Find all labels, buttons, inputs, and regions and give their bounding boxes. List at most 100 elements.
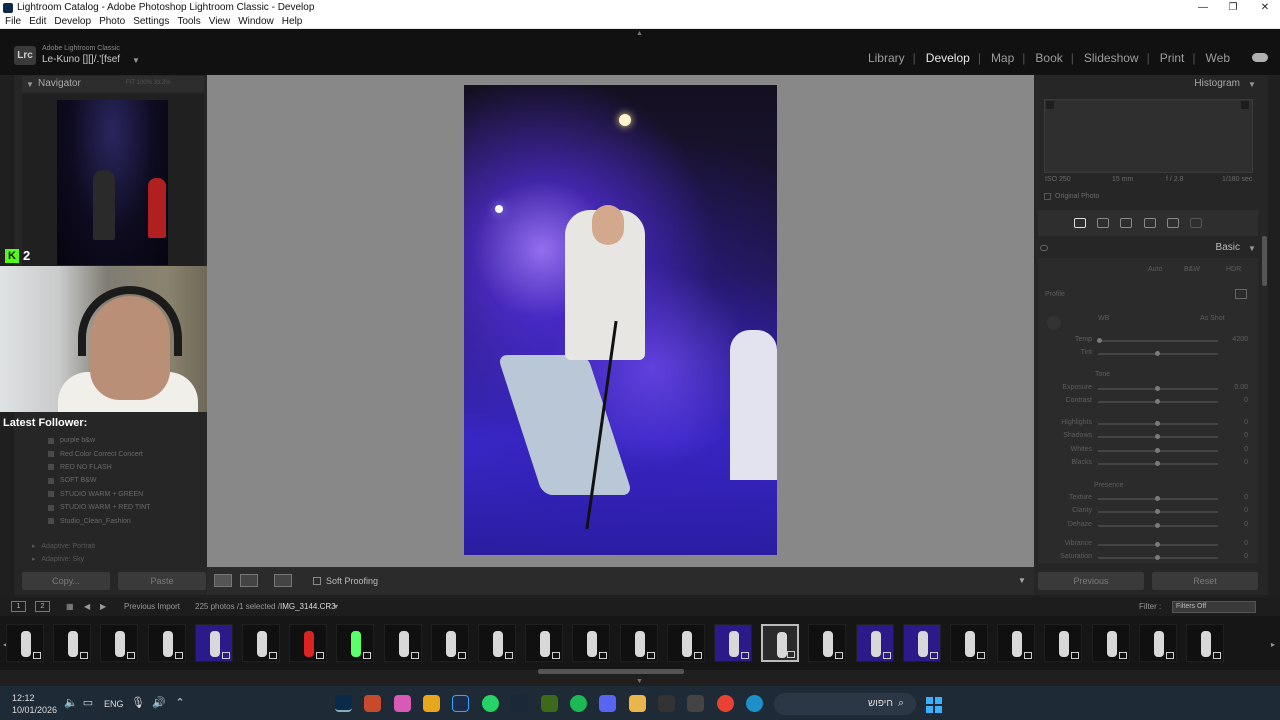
preset-group-portrait[interactable]: ▸ Adaptive: Portrait — [32, 542, 95, 550]
filmstrip-thumbnail[interactable] — [1186, 624, 1224, 662]
before-after-button[interactable] — [240, 574, 258, 587]
slider-track[interactable] — [1098, 340, 1218, 342]
wb-eyedropper-icon[interactable] — [1047, 316, 1061, 330]
filmstrip-thumbnail[interactable] — [714, 624, 752, 662]
filmstrip-thumbnail[interactable] — [1044, 624, 1083, 662]
filmstrip-thumbnail[interactable] — [666, 624, 705, 662]
basic-collapse-icon[interactable]: ▼ — [1248, 244, 1256, 253]
slider-value[interactable]: 0 — [1222, 540, 1248, 547]
catalog-name[interactable]: Le-Kuno [][]/.'[fsef — [42, 54, 120, 65]
close-button[interactable]: ✕ — [1250, 0, 1280, 15]
menu-window[interactable]: Window — [238, 16, 274, 27]
slider-value[interactable]: 0 — [1222, 397, 1248, 404]
windows-start-icon[interactable] — [926, 697, 942, 713]
slider-knob[interactable] — [1155, 421, 1160, 426]
slider-knob[interactable] — [1155, 542, 1160, 547]
app-taskbar-icon[interactable] — [423, 695, 440, 712]
crop-icon[interactable] — [1096, 218, 1109, 228]
slider-value[interactable]: 4200 — [1222, 336, 1248, 343]
module-book[interactable]: Book — [1035, 51, 1062, 65]
steam-taskbar-icon[interactable] — [511, 695, 528, 712]
filmstrip-thumbnail[interactable] — [53, 624, 92, 662]
slider-knob[interactable] — [1155, 434, 1160, 439]
gradient-icon[interactable] — [1190, 218, 1203, 228]
slider-value[interactable]: 0 — [1222, 553, 1248, 560]
speaker-icon[interactable]: 🔊 — [152, 697, 166, 709]
menu-edit[interactable]: Edit — [29, 16, 46, 27]
source-label[interactable]: Previous Import — [124, 602, 180, 611]
lightroom-taskbar-icon[interactable] — [335, 695, 352, 712]
collapse-top-icon[interactable]: ▲ — [636, 30, 643, 37]
menu-tools[interactable]: Tools — [177, 16, 200, 27]
histogram[interactable] — [1044, 99, 1253, 173]
discord-taskbar-icon[interactable] — [599, 695, 616, 712]
catalog-dropdown-icon[interactable]: ▼ — [132, 56, 140, 65]
module-slideshow[interactable]: Slideshow — [1084, 51, 1139, 65]
whatsapp-taskbar-icon[interactable] — [482, 695, 499, 712]
paste-button[interactable]: Paste — [118, 572, 206, 590]
copy-button[interactable]: Copy... — [22, 572, 110, 590]
microphone-icon[interactable]: 🎙 — [131, 697, 145, 709]
slider-knob[interactable] — [1155, 399, 1160, 404]
slider-value[interactable]: 0 — [1222, 459, 1248, 466]
preset-item[interactable]: purple b&w — [48, 434, 208, 447]
filmstrip-thumbnail[interactable] — [902, 624, 941, 662]
bw-button[interactable]: B&W — [1184, 266, 1200, 273]
slider-knob[interactable] — [1155, 386, 1160, 391]
minimize-button[interactable]: — — [1188, 0, 1218, 15]
app-taskbar-icon[interactable] — [394, 695, 411, 712]
loupe-view-button[interactable] — [214, 574, 232, 587]
navigator-header[interactable]: Navigator — [22, 76, 204, 92]
epic-games-icon[interactable] — [658, 695, 675, 712]
filmstrip-thumbnail[interactable] — [383, 624, 422, 662]
filename-dropdown-icon[interactable]: ▾ — [334, 602, 338, 611]
red-eye-icon[interactable] — [1143, 218, 1156, 228]
edge-icon[interactable] — [746, 695, 763, 712]
basic-header[interactable]: Basic — [1040, 242, 1258, 256]
wb-value[interactable]: As Shot — [1200, 315, 1225, 322]
cloud-sync-icon[interactable] — [1252, 53, 1268, 62]
preset-item[interactable]: Red Color Correct Concert — [48, 447, 208, 460]
slider-value[interactable]: 0 — [1222, 419, 1248, 426]
filmstrip-thumbnail[interactable] — [1091, 624, 1130, 662]
filmstrip-thumbnail[interactable] — [808, 624, 847, 662]
reset-button[interactable]: Reset — [1152, 572, 1258, 590]
navigator-zoom-options[interactable]: FIT 100% 33.3% — [126, 80, 171, 86]
slider-knob[interactable] — [1155, 461, 1160, 466]
preset-item[interactable]: STUDIO WARM + GREEN — [48, 488, 208, 501]
toolbar-menu-icon[interactable]: ▼ — [1018, 576, 1026, 585]
module-print[interactable]: Print — [1160, 51, 1185, 65]
filter-select[interactable]: Filters Off — [1172, 601, 1256, 613]
filmstrip-thumbnail[interactable] — [147, 624, 186, 662]
filmstrip-thumbnail[interactable] — [289, 624, 328, 662]
slider-knob[interactable] — [1155, 351, 1160, 356]
yy-compare-button[interactable] — [274, 574, 292, 587]
menu-photo[interactable]: Photo — [99, 16, 125, 27]
histogram-collapse-icon[interactable]: ▼ — [1248, 80, 1256, 89]
highlight-clipping-icon[interactable] — [1241, 101, 1249, 109]
filmstrip-thumbnail[interactable] — [619, 624, 658, 662]
slider-value[interactable]: 0 — [1222, 494, 1248, 501]
masking-icon[interactable] — [1166, 218, 1179, 228]
slider-value[interactable]: 0 — [1222, 521, 1248, 528]
profile-browser-icon[interactable] — [1235, 289, 1247, 299]
preset-group-sky[interactable]: ▸ Adaptive: Sky — [32, 555, 84, 563]
language-indicator[interactable]: ENG — [104, 699, 124, 709]
chrome-icon[interactable] — [717, 695, 734, 712]
filmstrip-scrollbar[interactable] — [538, 669, 684, 674]
slider-value[interactable]: 0 — [1222, 446, 1248, 453]
second-screen-button[interactable]: 2 — [35, 601, 50, 612]
filmstrip-thumbnail[interactable] — [855, 624, 894, 662]
filmstrip-thumbnail[interactable] — [525, 624, 564, 662]
collapse-bottom-icon[interactable]: ▼ — [636, 678, 643, 685]
filmstrip-right-icon[interactable]: ▸ — [1271, 640, 1275, 649]
filmstrip-thumbnail[interactable] — [430, 624, 469, 662]
clock[interactable]: 12:12 10/01/2026 — [12, 692, 57, 716]
module-map[interactable]: Map — [991, 51, 1014, 65]
preset-item[interactable]: RED NO FLASH — [48, 461, 208, 474]
menu-view[interactable]: View — [209, 16, 231, 27]
grid-view-icon[interactable]: ▦ — [66, 602, 74, 611]
menu-develop[interactable]: Develop — [54, 16, 91, 27]
tray-chevron-icon[interactable]: ⌃ — [174, 697, 186, 709]
menu-file[interactable]: File — [5, 16, 21, 27]
